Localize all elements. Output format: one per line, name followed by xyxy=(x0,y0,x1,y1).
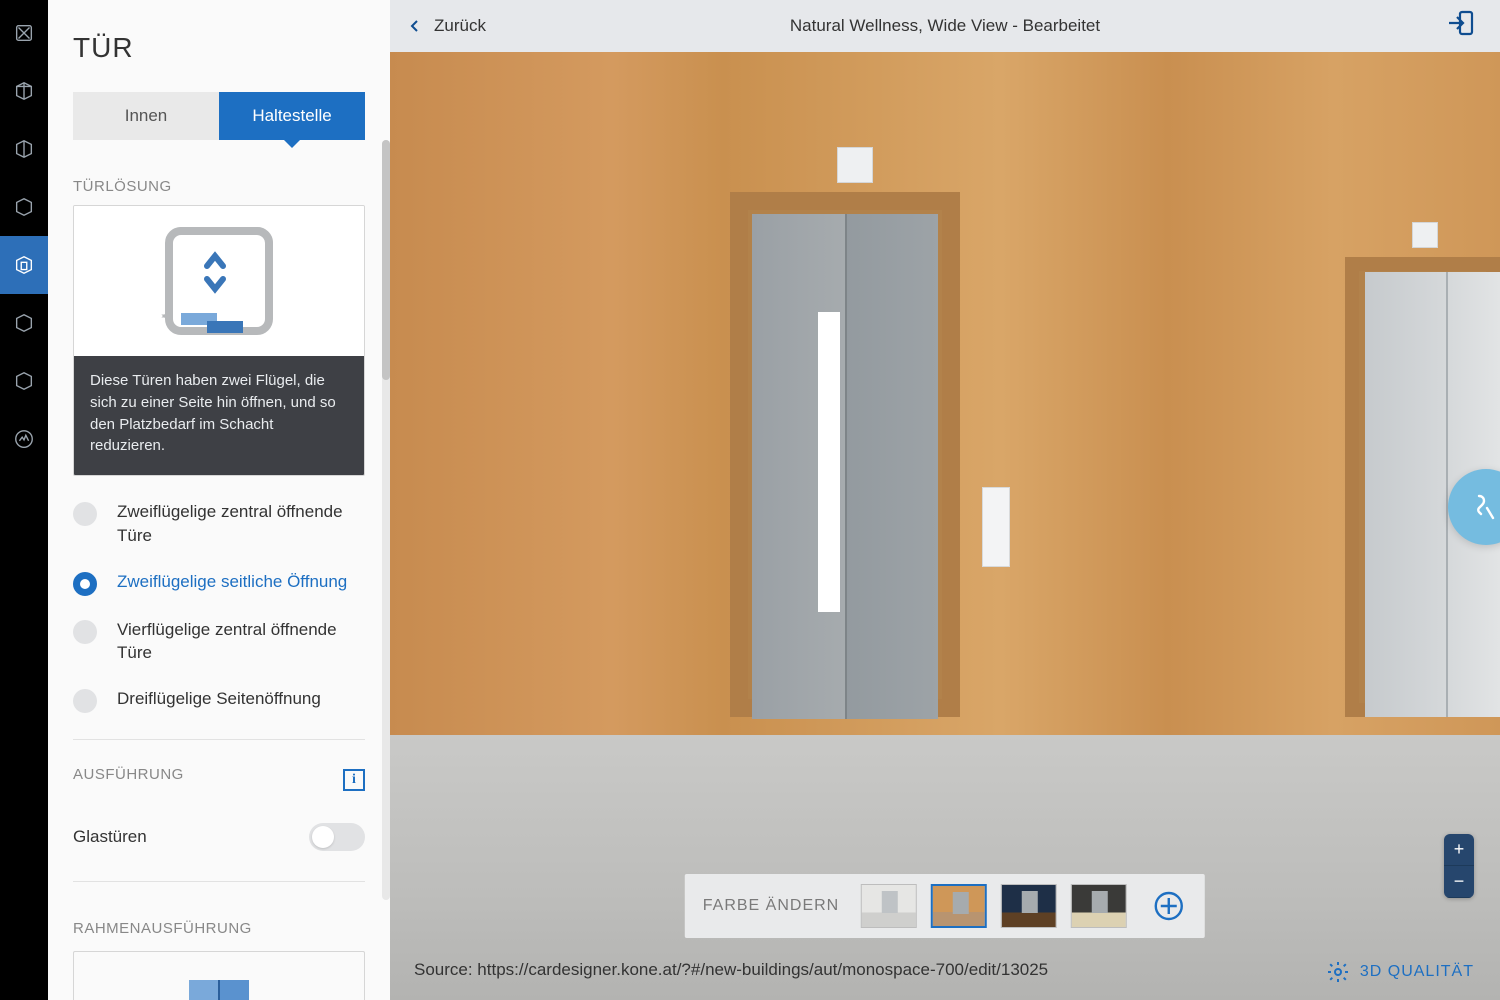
elevator-1-door xyxy=(752,214,938,719)
page-title: Natural Wellness, Wide View - Bearbeitet xyxy=(790,16,1100,36)
elevator-1-cop xyxy=(818,312,840,612)
scene-swatch-1[interactable] xyxy=(861,884,917,928)
scene xyxy=(390,52,1500,1000)
iconbar-item-1[interactable] xyxy=(0,62,48,120)
elevator-2-indicator xyxy=(1412,222,1438,248)
radio-two-panel-side[interactable]: Zweiflügelige seitliche Öffnung xyxy=(73,570,365,596)
iconbar-item-6[interactable] xyxy=(0,352,48,410)
iconbar xyxy=(0,0,48,1000)
door-solution-description: Diese Türen haben zwei Flügel, die sich … xyxy=(74,356,364,475)
recenter-button[interactable] xyxy=(1151,888,1187,924)
sidepanel-scrollbar[interactable] xyxy=(382,140,390,900)
3d-quality-label: 3D QUALITÄT xyxy=(1360,963,1474,981)
door-type-radio-group: Zweiflügelige zentral öffnende Türe Zwei… xyxy=(73,500,365,713)
elevator-1-indicator xyxy=(837,147,873,183)
radio-three-panel-side[interactable]: Dreiflügelige Seitenöffnung xyxy=(73,687,365,713)
frame-card xyxy=(73,951,365,1000)
topbar: Zurück Natural Wellness, Wide View - Bea… xyxy=(390,0,1500,52)
radio-label: Vierflügelige zentral öffnende Türe xyxy=(117,618,365,666)
radio-dot-icon xyxy=(73,620,97,644)
section-finish: AUSFÜHRUNG xyxy=(73,766,184,783)
scene-swatch-3[interactable] xyxy=(1001,884,1057,928)
3d-viewport[interactable]: FARBE ÄNDERN + − Source: https://cardesi… xyxy=(390,52,1500,1000)
door-solution-illustration xyxy=(74,206,364,356)
divider xyxy=(73,881,365,882)
iconbar-item-2[interactable] xyxy=(0,120,48,178)
info-icon[interactable]: i xyxy=(343,769,365,791)
scene-swatch-4[interactable] xyxy=(1071,884,1127,928)
panel-title: TÜR xyxy=(73,32,365,64)
elevator-1-call-panel xyxy=(982,487,1010,567)
back-button[interactable]: Zurück xyxy=(408,16,486,36)
radio-label: Dreiflügelige Seitenöffnung xyxy=(117,687,321,711)
exit-button[interactable] xyxy=(1446,8,1476,38)
3d-quality-button[interactable]: 3D QUALITÄT xyxy=(1326,960,1474,984)
zoom-controls: + − xyxy=(1444,834,1474,898)
section-door-solution: TÜRLÖSUNG xyxy=(73,178,365,195)
iconbar-item-7[interactable] xyxy=(0,410,48,468)
iconbar-item-5[interactable] xyxy=(0,294,48,352)
tab-innen[interactable]: Innen xyxy=(73,92,219,140)
change-color-label: FARBE ÄNDERN xyxy=(703,897,839,915)
iconbar-item-3[interactable] xyxy=(0,178,48,236)
zoom-out-button[interactable]: − xyxy=(1444,866,1474,898)
radio-two-panel-center[interactable]: Zweiflügelige zentral öffnende Türe xyxy=(73,500,365,548)
iconbar-item-4-door[interactable] xyxy=(0,236,48,294)
main-area: Zurück Natural Wellness, Wide View - Bea… xyxy=(390,0,1500,1000)
glass-doors-label: Glastüren xyxy=(73,827,147,847)
radio-dot-icon xyxy=(73,689,97,713)
radio-dot-icon xyxy=(73,502,97,526)
tab-haltestelle[interactable]: Haltestelle xyxy=(219,92,365,140)
door-solution-card: Diese Türen haben zwei Flügel, die sich … xyxy=(73,205,365,476)
radio-label: Zweiflügelige zentral öffnende Türe xyxy=(117,500,365,548)
radio-label: Zweiflügelige seitliche Öffnung xyxy=(117,570,347,594)
radio-dot-icon xyxy=(73,572,97,596)
source-url: Source: https://cardesigner.kone.at/?#/n… xyxy=(414,960,1048,980)
scene-swatch-2[interactable] xyxy=(931,884,987,928)
glass-doors-toggle[interactable] xyxy=(309,823,365,851)
side-panel: TÜR Innen Haltestelle TÜRLÖSUNG Diese Tü… xyxy=(48,0,390,1000)
section-frame: RAHMENAUSFÜHRUNG xyxy=(73,920,365,937)
radio-four-panel-center[interactable]: Vierflügelige zentral öffnende Türe xyxy=(73,618,365,666)
scene-preset-bar: FARBE ÄNDERN xyxy=(685,874,1205,938)
zoom-in-button[interactable]: + xyxy=(1444,834,1474,866)
view-tabs: Innen Haltestelle xyxy=(73,92,365,140)
back-label: Zurück xyxy=(434,16,486,36)
iconbar-item-0[interactable] xyxy=(0,4,48,62)
